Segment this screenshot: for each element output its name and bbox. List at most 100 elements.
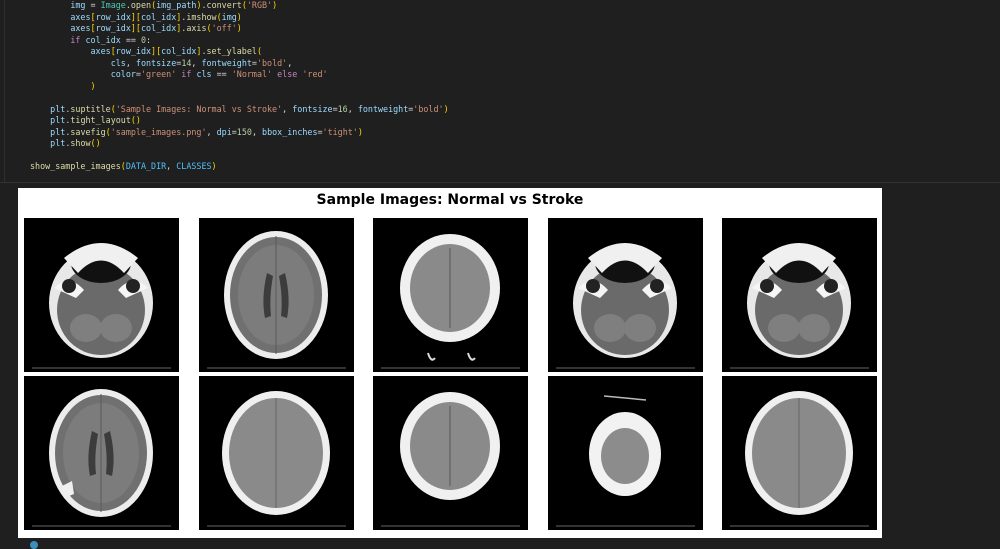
ct-scan-graphic [556, 395, 695, 527]
code-token: else [277, 69, 298, 79]
ct-scan-image [373, 376, 528, 530]
code-line[interactable]: axes[row_idx][col_idx].imshow(img) [30, 12, 449, 24]
ct-scan-graphic [381, 234, 520, 369]
code-token: 'bold' [413, 103, 444, 114]
code-token: == [211, 69, 232, 79]
code-line[interactable]: plt.savefig('sample_images.png', dpi=150… [30, 127, 449, 139]
ct-scan-image [722, 218, 877, 372]
code-line[interactable]: if col_idx == 0: [30, 35, 449, 47]
code-token: Image [100, 0, 126, 10]
figure-title: Sample Images: Normal vs Stroke [316, 192, 584, 208]
code-line[interactable]: img = Image.open(img_path).convert('RGB'… [30, 0, 449, 12]
code-token: row_idx [95, 11, 131, 22]
ct-scan-image [24, 376, 179, 530]
code-token: fontsize [292, 103, 333, 114]
code-token: plt [50, 115, 66, 125]
code-line[interactable]: plt.suptitle('Sample Images: Normal vs S… [30, 103, 449, 116]
ct-scan-graphic [381, 392, 520, 527]
code-token: , [347, 103, 358, 114]
code-token: ) [236, 11, 242, 22]
code-line[interactable]: plt.show() [30, 138, 449, 150]
code-line[interactable]: axes[row_idx][col_idx].axis('off') [30, 23, 449, 35]
code-token: 'Sample Images: Normal vs Stroke' [115, 103, 283, 114]
code-token: row_idx [115, 46, 152, 56]
cell-output: Sample Images: Normal vs Stroke [0, 183, 1000, 546]
code-token: imshow [186, 11, 217, 22]
cell-gutter [4, 0, 5, 182]
code-token: plt [50, 126, 66, 137]
code-token: ) [211, 161, 217, 171]
code-line[interactable]: show_sample_images(DATA_DIR, CLASSES) [30, 161, 449, 173]
code-token: 'tight' [322, 126, 358, 137]
code-token: color [110, 69, 136, 79]
code-token: bbox_inches [262, 126, 318, 137]
code-token: img [70, 0, 86, 10]
code-line[interactable]: axes[row_idx][col_idx].set_ylabel( [30, 46, 449, 58]
ct-scan-image [722, 376, 877, 530]
ct-scan-graphic [32, 243, 171, 369]
code-token: , [282, 103, 293, 114]
code-line[interactable]: cls, fontsize=14, fontweight='bold', [30, 58, 449, 70]
ct-scan-graphic [207, 231, 346, 369]
code-token: 16 [337, 103, 348, 114]
code-token: if [70, 34, 81, 45]
code-token: img_path [156, 0, 197, 10]
code-token: 'RGB' [246, 0, 273, 10]
code-cell[interactable]: img = Image.open(img_path).convert('RGB'… [0, 0, 1000, 182]
code-token: plt [50, 138, 66, 148]
code-token: 14 [181, 57, 192, 68]
code-token: ( [256, 46, 262, 56]
code-token: dpi [216, 126, 232, 137]
code-token: 150 [236, 126, 252, 137]
code-token: ) [443, 103, 449, 114]
code-token: 'off' [211, 23, 237, 33]
matplotlib-figure: Sample Images: Normal vs Stroke [18, 188, 882, 538]
code-line[interactable] [30, 92, 449, 104]
code-token: suptitle [70, 103, 111, 114]
code-token: savefig [70, 126, 106, 137]
code-token: tight_layout [70, 115, 131, 125]
code-token: ) [90, 80, 96, 91]
code-token: , [251, 126, 263, 137]
code-token: col_idx [140, 11, 177, 22]
code-token: 'Normal' [231, 69, 273, 79]
code-token: DATA_DIR [125, 161, 167, 171]
ct-scan-image [199, 218, 354, 372]
code-line[interactable]: ) [30, 81, 449, 93]
code-line[interactable]: plt.tight_layout() [30, 115, 449, 127]
status-indicator-icon [30, 541, 38, 549]
code-token: if [181, 69, 192, 79]
code-token: , [125, 57, 136, 68]
code-token: fontweight [357, 103, 409, 114]
code-token: row_idx [95, 23, 131, 33]
code-token: , [287, 57, 293, 68]
code-token: plt [50, 103, 66, 114]
ct-scan-graphic [556, 243, 695, 369]
code-token: = [85, 0, 101, 10]
code-token: show_sample_images [30, 161, 121, 171]
code-token: axis [186, 23, 207, 33]
code-token: CLASSES [176, 161, 212, 171]
code-token: () [130, 115, 141, 125]
ct-scan-image [548, 218, 703, 372]
ct-scan-graphic [207, 391, 346, 527]
ct-scan-image [548, 376, 703, 530]
code-token: ) [272, 0, 278, 10]
code-editor[interactable]: img = Image.open(img_path).convert('RGB'… [30, 0, 449, 173]
code-line[interactable] [30, 150, 449, 162]
code-line[interactable]: color='green' if cls == 'Normal' else 'r… [30, 69, 449, 81]
code-token: axes [90, 46, 111, 56]
code-token: 'green' [140, 69, 177, 79]
code-token: cls [110, 57, 126, 68]
ct-scan-graphic [730, 391, 869, 527]
